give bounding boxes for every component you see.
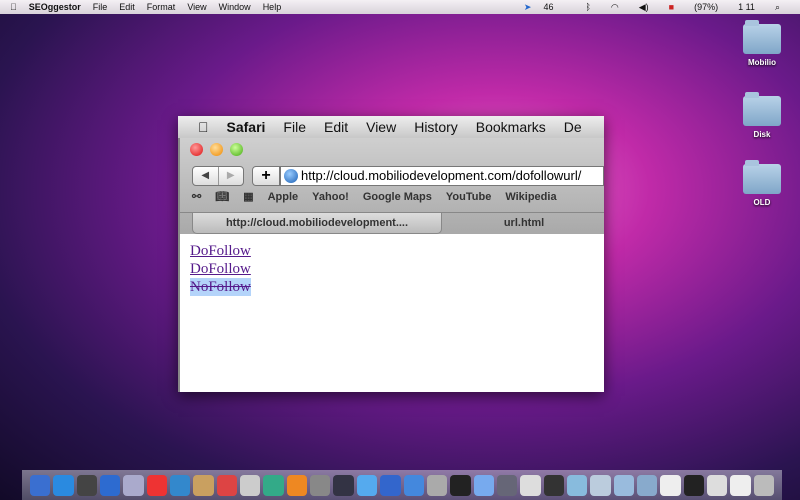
bookmarks-book-icon[interactable]: 📖︎ (215, 190, 229, 203)
dock-app-icon[interactable] (240, 475, 261, 496)
dock-app-icon[interactable] (543, 475, 564, 496)
dock-app-icon[interactable] (520, 475, 541, 496)
desktop-icon-mobilio[interactable]: Mobilio (740, 20, 784, 67)
zoom-button[interactable] (230, 143, 243, 156)
link-dofollow-1[interactable]: DoFollow (190, 242, 251, 260)
clock[interactable]: 1 11 (738, 2, 755, 12)
page-content: DoFollow DoFollow NoFollow (178, 234, 604, 392)
cursor-icon: ➤ (523, 1, 532, 12)
tab-active[interactable]: http://cloud.mobiliodevelopment.... (192, 213, 442, 234)
dock-app-icon[interactable] (426, 475, 448, 496)
dock-app-icon[interactable] (473, 475, 494, 496)
menu-file[interactable]: File (93, 2, 108, 12)
back-button[interactable]: ◀ (193, 167, 218, 185)
desktop-icon-label: OLD (753, 198, 771, 207)
menu-file[interactable]: File (283, 119, 306, 135)
menu-view[interactable]: View (366, 119, 396, 135)
dock-app-icon[interactable] (590, 475, 611, 496)
safari-window:  Safari File Edit View History Bookmark… (178, 116, 604, 392)
menu-history[interactable]: History (414, 119, 458, 135)
flag-icon[interactable]: ■ (669, 2, 674, 12)
browser-toolbar: ◀ ▶ + http://cloud.mobiliodevelopment.com… (178, 138, 604, 234)
menu-app-name[interactable]: SEOggestor (29, 2, 81, 12)
dock-app-icon[interactable] (636, 475, 658, 496)
link-dofollow-2[interactable]: DoFollow (190, 260, 251, 278)
dock-app-icon[interactable] (30, 475, 51, 496)
dock-app-icon[interactable] (403, 475, 424, 496)
dock-app-icon[interactable] (310, 475, 331, 496)
menu-window[interactable]: Window (219, 2, 251, 12)
dock-app-icon[interactable] (76, 475, 98, 496)
menu-develop[interactable]: De (564, 119, 582, 135)
bluetooth-icon[interactable]: ᛒ (585, 2, 590, 12)
menu-edit[interactable]: Edit (119, 2, 135, 12)
tab-bar: http://cloud.mobiliodevelopment.... url.… (180, 212, 604, 234)
dock-app-icon[interactable] (123, 475, 144, 496)
link-nofollow[interactable]: NoFollow (190, 278, 251, 296)
menu-bar:  SEOggestor File Edit Format View Windo… (0, 0, 800, 14)
dock-app-icon[interactable] (660, 475, 681, 496)
bookmark-apple[interactable]: Apple (268, 191, 299, 203)
minimize-button[interactable] (210, 143, 223, 156)
dock-app-icon[interactable] (170, 475, 191, 496)
dock-app-icon[interactable] (496, 475, 518, 496)
bookmark-google-maps[interactable]: Google Maps (363, 191, 432, 203)
bookmarks-bar: ⚯ 📖︎ ▦ Apple Yahoo! Google Maps YouTube … (192, 190, 557, 204)
folder-icon (743, 20, 781, 54)
dock-app-icon[interactable] (450, 475, 471, 496)
battery-status[interactable]: (97%) (694, 2, 718, 12)
menu-format[interactable]: Format (147, 2, 176, 12)
forward-button[interactable]: ▶ (217, 167, 244, 185)
menu-bookmarks[interactable]: Bookmarks (476, 119, 546, 135)
folder-icon (743, 92, 781, 126)
dock-app-icon[interactable] (613, 475, 634, 496)
bookmark-yahoo[interactable]: Yahoo! (312, 191, 349, 203)
dock-app-icon[interactable] (730, 475, 751, 496)
dock-app-icon[interactable] (286, 475, 308, 496)
folder-icon (743, 160, 781, 194)
add-bookmark-button[interactable]: + (252, 166, 280, 186)
menu-view[interactable]: View (187, 2, 206, 12)
dock-app-icon[interactable] (53, 475, 74, 496)
bookmark-wikipedia[interactable]: Wikipedia (505, 191, 556, 203)
reading-list-icon[interactable]: ⚯ (192, 190, 201, 203)
dock-app-icon[interactable] (193, 475, 214, 496)
tab-url-html[interactable]: url.html (444, 213, 604, 234)
dock (22, 470, 782, 500)
globe-icon (284, 169, 298, 183)
dock-app-icon[interactable] (753, 475, 774, 496)
spotlight-icon[interactable]: ⌕ (775, 2, 780, 13)
status-count-value: 46 (543, 1, 554, 12)
dock-app-icon[interactable] (146, 475, 168, 496)
status-count[interactable]: ➤ 46 (524, 2, 566, 13)
dock-app-icon[interactable] (566, 475, 588, 496)
url-text: http://cloud.mobiliodevelopment.com/dofo… (301, 168, 582, 183)
desktop-icon-label: Mobilio (748, 58, 776, 67)
apple-menu-icon[interactable]:  (198, 119, 209, 135)
desktop-icon-disk[interactable]: Disk (740, 92, 784, 139)
dock-app-icon[interactable] (380, 475, 401, 496)
dock-app-icon[interactable] (263, 475, 284, 496)
desktop-icon-label: Disk (753, 130, 771, 139)
menu-edit[interactable]: Edit (324, 119, 348, 135)
wifi-icon[interactable]: ◠ (611, 2, 619, 13)
menu-help[interactable]: Help (263, 2, 282, 12)
dock-app-icon[interactable] (100, 475, 121, 496)
close-button[interactable] (190, 143, 203, 156)
dock-app-icon[interactable] (333, 475, 354, 496)
dock-app-icon[interactable] (683, 475, 704, 496)
volume-icon[interactable]: ◀) (639, 2, 649, 13)
address-bar[interactable]: http://cloud.mobiliodevelopment.com/dofo… (280, 166, 604, 186)
desktop-icon-old[interactable]: OLD (740, 160, 784, 207)
dock-app-icon[interactable] (356, 475, 378, 496)
menu-safari[interactable]: Safari (227, 119, 266, 135)
bookmark-youtube[interactable]: YouTube (446, 191, 491, 203)
dock-app-icon[interactable] (706, 475, 728, 496)
safari-menu-bar:  Safari File Edit View History Bookmark… (178, 116, 604, 138)
dock-app-icon[interactable] (216, 475, 238, 496)
top-sites-grid-icon[interactable]: ▦ (243, 190, 253, 203)
apple-menu-icon[interactable]:  (10, 2, 17, 12)
